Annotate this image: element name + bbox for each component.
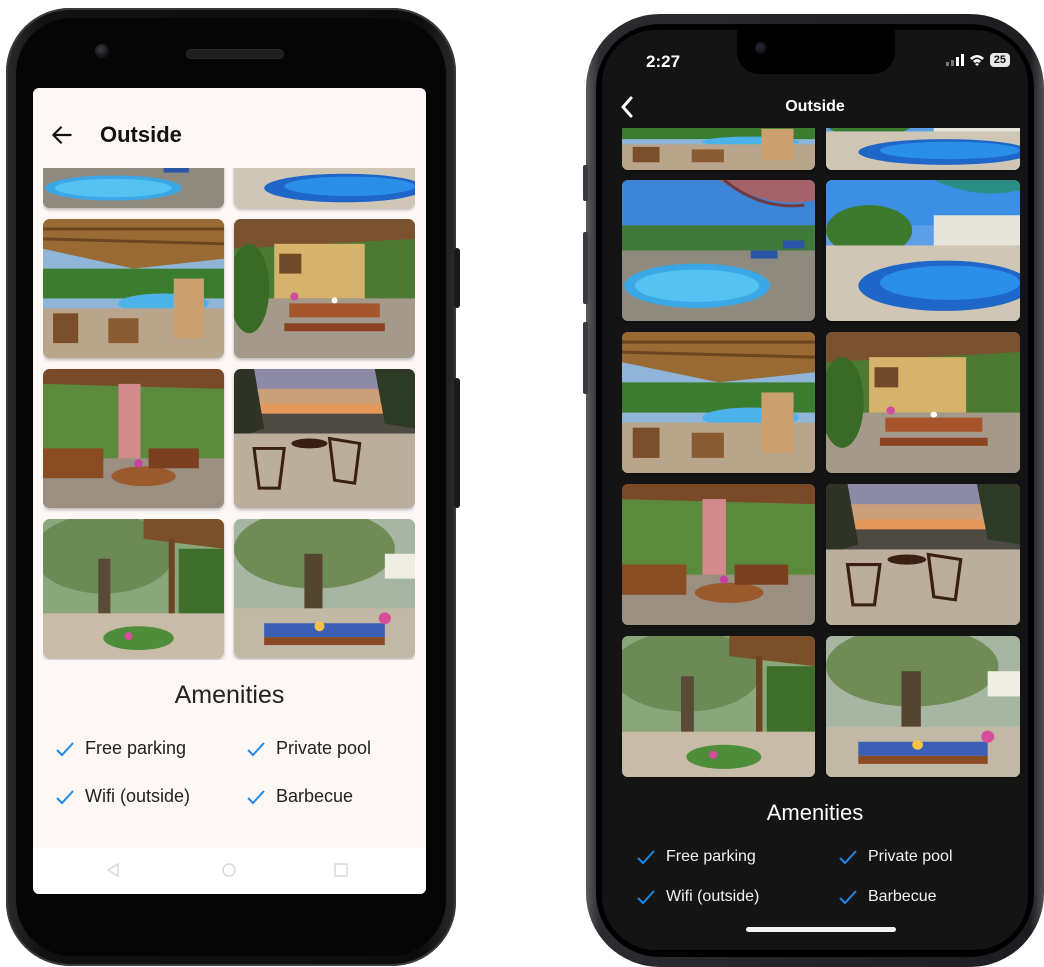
- amenity-item: Wifi (outside): [636, 888, 759, 906]
- ios-screen: 2:27 25 Outside Amenities Free parking P…: [602, 30, 1028, 950]
- amenities-heading: Amenities: [174, 681, 285, 709]
- photo-tile[interactable]: [622, 180, 815, 321]
- amenity-label: Barbecue: [276, 786, 354, 806]
- amenity-label: Private pool: [868, 848, 953, 865]
- android-nav-bar: [33, 848, 426, 894]
- photo-tile[interactable]: [43, 369, 224, 508]
- amenity-item: Free parking: [55, 738, 186, 759]
- amenity-item: Wifi (outside): [55, 786, 190, 807]
- amenities-heading: Amenities: [766, 800, 864, 825]
- photo-tile[interactable]: [234, 219, 415, 358]
- page-title: Outside: [785, 98, 845, 115]
- android-screen: Outside Amenities Free parking Private p…: [33, 88, 426, 894]
- amenity-label: Wifi (outside): [85, 786, 191, 806]
- amenity-label: Barbecue: [868, 888, 937, 905]
- status-time: 2:27: [646, 52, 681, 71]
- volume-down-button: [583, 322, 588, 394]
- wifi-icon: [969, 55, 984, 66]
- amenity-label: Free parking: [666, 848, 756, 865]
- volume-button: [454, 378, 460, 508]
- amenity-item: Private pool: [246, 738, 371, 759]
- cellular-signal-icon: [945, 54, 964, 66]
- amenity-item: Private pool: [838, 848, 953, 866]
- photo-tile[interactable]: [622, 128, 815, 170]
- photo-grid[interactable]: [622, 128, 1020, 778]
- photo-grid[interactable]: [43, 168, 415, 660]
- amenity-item: Barbecue: [838, 888, 937, 906]
- checkmark-icon: [637, 850, 655, 865]
- page-title: Outside: [100, 122, 182, 147]
- nav-back-icon[interactable]: [105, 862, 121, 882]
- power-button: [454, 248, 460, 308]
- photo-tile[interactable]: [234, 369, 415, 508]
- front-camera-icon: [95, 44, 109, 58]
- photo-tile[interactable]: [826, 128, 1020, 170]
- front-camera-icon: [755, 42, 767, 54]
- notch: [737, 30, 895, 74]
- checkmark-icon: [839, 890, 857, 905]
- photo-tile[interactable]: [43, 168, 224, 208]
- checkmark-icon: [56, 789, 74, 804]
- photo-tile[interactable]: [826, 484, 1020, 625]
- amenity-item: Barbecue: [246, 786, 353, 807]
- amenity-item: Free parking: [636, 848, 756, 866]
- photo-tile[interactable]: [622, 636, 815, 777]
- checkmark-icon: [637, 890, 655, 905]
- photo-tile[interactable]: [826, 636, 1020, 777]
- mute-switch: [583, 165, 588, 201]
- back-arrow-icon[interactable]: [49, 122, 75, 148]
- nav-recents-icon[interactable]: [333, 862, 349, 882]
- volume-up-button: [583, 232, 588, 304]
- photo-tile[interactable]: [234, 519, 415, 658]
- battery-indicator: 25: [989, 53, 1010, 67]
- photo-tile[interactable]: [826, 180, 1020, 321]
- photo-tile[interactable]: [234, 168, 415, 208]
- photo-tile[interactable]: [43, 219, 224, 358]
- home-indicator[interactable]: [746, 927, 896, 932]
- checkmark-icon: [247, 741, 265, 756]
- earpiece-speaker: [186, 49, 284, 59]
- checkmark-icon: [839, 850, 857, 865]
- photo-tile[interactable]: [826, 332, 1020, 473]
- status-icons: 25: [945, 53, 1010, 67]
- checkmark-icon: [247, 789, 265, 804]
- photo-tile[interactable]: [43, 519, 224, 658]
- android-app-bar: Outside: [33, 116, 426, 166]
- checkmark-icon: [56, 741, 74, 756]
- amenity-label: Free parking: [85, 738, 187, 758]
- photo-tile[interactable]: [622, 332, 815, 473]
- amenity-label: Wifi (outside): [666, 888, 760, 905]
- nav-home-icon[interactable]: [221, 862, 237, 882]
- amenity-label: Private pool: [276, 738, 372, 758]
- photo-tile[interactable]: [622, 484, 815, 625]
